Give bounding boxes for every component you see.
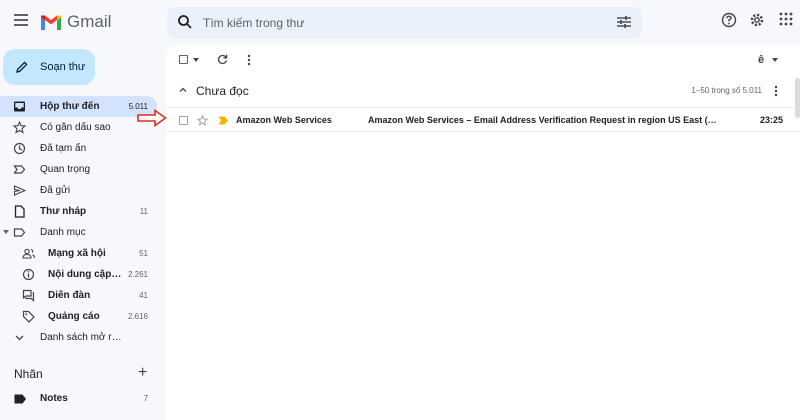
sidebar-item-label: Danh sách mở rộng (40, 332, 126, 343)
star-icon[interactable] (197, 115, 208, 126)
sidebar-item-drafts[interactable]: Thư nháp 11 (0, 201, 157, 222)
email-sender: Amazon Web Services (236, 115, 332, 125)
sidebar-item-promotions[interactable]: Quảng cáo 2.616 (0, 306, 157, 327)
chevron-up-icon[interactable] (178, 85, 188, 95)
search-options-icon[interactable] (616, 15, 632, 29)
sidebar-item-snoozed[interactable]: Đã tạm ẩn (0, 138, 157, 159)
important-icon (13, 165, 26, 174)
more-vert-icon[interactable] (247, 54, 251, 66)
forum-icon (22, 289, 35, 302)
inbox-icon (14, 101, 25, 112)
sidebar-item-label: Đã gửi (40, 185, 71, 196)
select-dropdown-icon[interactable] (193, 58, 199, 62)
annotation-arrow-icon (137, 109, 167, 127)
gmail-m-icon (41, 15, 61, 30)
sidebar-item-count: 51 (139, 249, 148, 258)
sidebar-item-more[interactable]: Danh sách mở rộng (0, 327, 157, 348)
search-input[interactable]: Tìm kiếm trong thư (203, 16, 304, 30)
sidebar-item-social[interactable]: Mạng xã hội 51 (0, 243, 157, 264)
draft-icon (14, 205, 25, 218)
add-label-button[interactable]: + (138, 365, 147, 381)
sidebar-item-label: Danh mục (40, 227, 86, 238)
sidebar-item-notes[interactable]: Notes 7 (0, 390, 157, 408)
search-bar[interactable]: Tìm kiếm trong thư (167, 7, 642, 38)
sidebar-nav: Hộp thư đến 5.011 Có gắn dấu sao Đã tạm … (0, 96, 157, 348)
app-name: Gmail (67, 12, 112, 31)
main-menu-button[interactable] (10, 11, 32, 33)
section-more-icon[interactable] (774, 85, 778, 97)
important-marker-icon[interactable] (218, 116, 229, 125)
labels-header: Nhãn (14, 367, 43, 381)
expand-caret-icon[interactable] (3, 230, 9, 234)
star-icon (13, 121, 26, 134)
select-all-checkbox[interactable] (179, 55, 188, 64)
sidebar-item-count: 41 (139, 291, 148, 300)
tag-icon (22, 310, 35, 323)
sidebar-item-important[interactable]: Quan trọng (0, 159, 157, 180)
email-time: 23:25 (759, 115, 783, 125)
sidebar-item-forums[interactable]: Diễn đàn 41 (0, 285, 157, 306)
email-row[interactable]: Amazon Web Services Amazon Web Services … (166, 107, 800, 132)
gmail-logo[interactable]: Gmail (40, 11, 111, 33)
sidebar-item-count: 2.616 (127, 312, 148, 321)
sidebar-item-label: Có gắn dấu sao (40, 122, 111, 133)
sidebar-item-label: Quan trọng (40, 164, 91, 175)
mail-list-panel: ê Chưa đọc 1–50 trong số 5.011 Amazon We… (166, 45, 800, 420)
chevron-down-icon (15, 335, 24, 341)
refresh-icon[interactable] (217, 54, 228, 65)
unread-section-header[interactable]: Chưa đọc 1–50 trong số 5.011 (166, 80, 800, 102)
help-icon[interactable] (721, 12, 737, 28)
input-tools-icon[interactable]: ê (758, 54, 764, 66)
apps-grid-icon[interactable] (779, 12, 793, 26)
sidebar-item-categories[interactable]: Danh mục (0, 222, 157, 243)
section-title: Chưa đọc (196, 84, 249, 98)
sidebar-item-inbox[interactable]: Hộp thư đến 5.011 (0, 96, 157, 117)
sidebar-item-label: Hộp thư đến (40, 101, 100, 112)
info-icon (22, 268, 35, 281)
sidebar-item-updates[interactable]: Nội dung cập nhật 2.261 (0, 264, 157, 285)
sidebar-item-label: Diễn đàn (48, 290, 91, 301)
clock-icon (13, 142, 26, 155)
label-icon (13, 228, 26, 237)
sidebar-item-count: 2.261 (127, 270, 148, 279)
email-subject: Amazon Web Services – Email Address Veri… (368, 115, 720, 125)
sidebar-item-label: Đã tạm ẩn (40, 143, 87, 154)
page-range: 1–50 trong số 5.011 (691, 86, 762, 95)
sidebar-item-sent[interactable]: Đã gửi (0, 180, 157, 201)
top-header: Gmail Tìm kiếm trong thư (0, 0, 800, 45)
sidebar-item-label: Mạng xã hội (48, 248, 106, 259)
pencil-icon (16, 61, 28, 73)
compose-label: Soạn thư (40, 61, 86, 73)
people-icon (22, 248, 35, 259)
row-checkbox[interactable] (179, 116, 188, 125)
label-icon (14, 394, 26, 404)
send-icon (13, 185, 26, 196)
scrollbar[interactable] (795, 78, 800, 118)
input-tools-dropdown-icon[interactable] (772, 58, 778, 62)
sidebar-item-label: Notes (40, 393, 68, 404)
sidebar-item-count: 7 (143, 394, 148, 403)
sidebar-item-label: Thư nháp (40, 206, 87, 217)
sidebar-item-label: Quảng cáo (48, 311, 100, 322)
mail-toolbar: ê (166, 45, 800, 75)
search-icon[interactable] (177, 14, 193, 30)
sidebar-item-count: 11 (139, 207, 148, 216)
sidebar-item-starred[interactable]: Có gắn dấu sao (0, 117, 157, 138)
sidebar-item-label: Nội dung cập nhật (48, 269, 124, 280)
compose-button[interactable]: Soạn thư (3, 49, 95, 85)
gear-icon[interactable] (749, 12, 765, 28)
